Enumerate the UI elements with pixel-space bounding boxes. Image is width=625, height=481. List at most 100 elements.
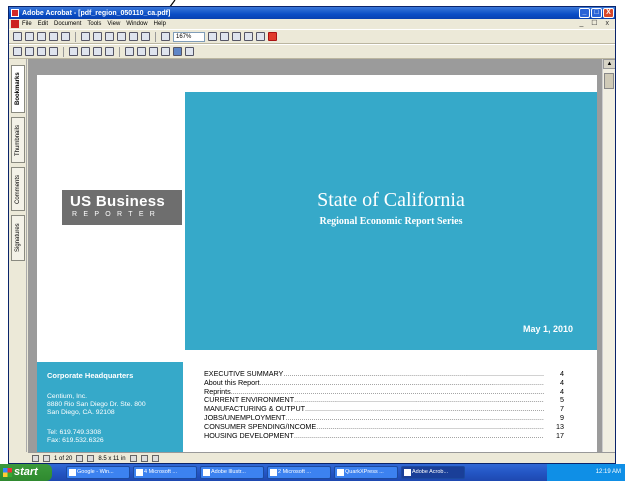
- go-back-icon[interactable]: [129, 32, 138, 41]
- hq-telephone: Tel: 619.749.3308: [47, 429, 102, 436]
- print-icon[interactable]: [37, 32, 46, 41]
- toc-entry: Reprints................................…: [204, 386, 564, 396]
- menu-help[interactable]: Help: [154, 21, 166, 27]
- vertical-scrollbar[interactable]: ▲: [602, 59, 615, 452]
- form-tool-icon[interactable]: [161, 47, 170, 56]
- menu-file[interactable]: File: [22, 21, 32, 27]
- continuous-icon[interactable]: [140, 455, 148, 462]
- link-tool-icon[interactable]: [149, 47, 158, 56]
- document-window-controls[interactable]: _ ☐ x: [579, 19, 612, 27]
- last-page-icon[interactable]: [87, 455, 95, 462]
- facing-pages-icon[interactable]: [151, 455, 159, 462]
- hq-company: Centium, Inc.: [47, 393, 88, 400]
- navigation-pane-tabs: Bookmarks Thumbnails Comments Signatures: [9, 59, 27, 452]
- zoom-out-icon[interactable]: [161, 32, 170, 41]
- rotate-view-icon[interactable]: [256, 32, 265, 41]
- toc-page-number: 17: [556, 430, 564, 440]
- toc-label: EXECUTIVE SUMMARY: [204, 369, 284, 378]
- email-icon[interactable]: [49, 32, 58, 41]
- menu-document[interactable]: Document: [54, 21, 81, 27]
- menu-view[interactable]: View: [107, 21, 120, 27]
- next-page-icon[interactable]: [76, 455, 84, 462]
- acrobat-app-icon: [11, 9, 19, 17]
- touchup-text-icon[interactable]: [173, 47, 182, 56]
- typewriter-tool-icon[interactable]: [185, 47, 194, 56]
- toc-page-number: 9: [560, 412, 564, 422]
- illustrator-icon: [203, 469, 210, 476]
- document-view[interactable]: State of California Regional Economic Re…: [28, 59, 604, 452]
- fit-width-icon[interactable]: [244, 32, 253, 41]
- toc-page-number: 4: [560, 369, 564, 378]
- zoom-tool-icon[interactable]: [25, 47, 34, 56]
- menu-edit[interactable]: Edit: [38, 21, 48, 27]
- tab-thumbnails[interactable]: Thumbnails: [11, 117, 25, 163]
- last-page-icon[interactable]: [117, 32, 126, 41]
- minimize-button[interactable]: _: [579, 8, 590, 18]
- system-tray: 12:19 AM: [547, 464, 625, 481]
- text-select-icon[interactable]: [37, 47, 46, 56]
- page-size: 8.5 x 11 in: [98, 455, 126, 462]
- clock[interactable]: 12:19 AM: [596, 469, 621, 475]
- zoom-level-input[interactable]: 167%: [173, 31, 205, 42]
- report-date: May 1, 2010: [522, 324, 573, 334]
- taskbar-button[interactable]: Google - Win...: [66, 466, 130, 479]
- stamp-tool-icon[interactable]: [105, 47, 114, 56]
- acrobat-window: Adobe Acrobat - [pdf_region_050110_ca.pd…: [8, 6, 616, 464]
- document-icon[interactable]: [11, 20, 19, 28]
- tab-bookmarks[interactable]: Bookmarks: [11, 65, 25, 113]
- toc-label: About this Report: [204, 377, 260, 387]
- toc-entry: JOBS/UNEMPLOYMENT.......................…: [204, 412, 564, 422]
- highlight-tool-icon[interactable]: [93, 47, 102, 56]
- maximize-button[interactable]: □: [591, 8, 602, 18]
- scroll-up-icon[interactable]: ▲: [603, 59, 615, 69]
- taskbar-button[interactable]: QuarkXPress ...: [334, 466, 398, 479]
- table-of-contents: EXECUTIVE SUMMARY.......................…: [204, 369, 564, 440]
- open-icon[interactable]: [13, 32, 22, 41]
- crop-tool-icon[interactable]: [137, 47, 146, 56]
- graphics-select-icon[interactable]: [49, 47, 58, 56]
- go-forward-icon[interactable]: [141, 32, 150, 41]
- toc-label: CURRENT ENVIRONMENT: [204, 395, 295, 405]
- next-page-icon[interactable]: [105, 32, 114, 41]
- toc-entry: EXECUTIVE SUMMARY.......................…: [204, 369, 564, 378]
- taskbar-button-active[interactable]: Adobe Acrob...: [401, 466, 465, 479]
- first-page-icon[interactable]: [81, 32, 90, 41]
- article-tool-icon[interactable]: [125, 47, 134, 56]
- title-bar[interactable]: Adobe Acrobat - [pdf_region_050110_ca.pd…: [9, 7, 615, 19]
- us-business-reporter-logo: US Business REPORTER: [62, 190, 182, 225]
- toc-entry: MANUFACTURING & OUTPUT..................…: [204, 404, 564, 414]
- toc-page-number: 13: [556, 421, 564, 431]
- pencil-tool-icon[interactable]: [81, 47, 90, 56]
- browser-icon: [69, 469, 76, 476]
- menu-bar: File Edit Document Tools View Window Hel…: [9, 19, 615, 29]
- word-icon: [136, 469, 143, 476]
- taskbar-button[interactable]: 2 Microsoft ...: [267, 466, 331, 479]
- first-page-icon[interactable]: [32, 455, 39, 462]
- hand-tool-icon[interactable]: [13, 47, 22, 56]
- scroll-thumb[interactable]: [604, 73, 614, 89]
- quark-icon: [337, 469, 344, 476]
- toc-label: Reprints: [204, 386, 231, 396]
- tab-comments[interactable]: Comments: [11, 167, 25, 211]
- previous-page-icon[interactable]: [43, 455, 50, 462]
- search-icon[interactable]: [61, 32, 70, 41]
- close-button[interactable]: X: [603, 8, 614, 18]
- actual-size-icon[interactable]: [220, 32, 229, 41]
- zoom-in-icon[interactable]: [208, 32, 217, 41]
- toc-label: JOBS/UNEMPLOYMENT: [204, 412, 286, 422]
- menu-window[interactable]: Window: [126, 21, 147, 27]
- note-tool-icon[interactable]: [69, 47, 78, 56]
- cover-banner: State of California Regional Economic Re…: [185, 92, 597, 350]
- adobe-online-icon[interactable]: [268, 32, 277, 41]
- menu-tools[interactable]: Tools: [87, 21, 101, 27]
- page-indicator[interactable]: 1 of 20: [54, 456, 72, 462]
- start-button[interactable]: start: [0, 464, 52, 481]
- tab-signatures[interactable]: Signatures: [11, 215, 25, 261]
- taskbar-button[interactable]: Adobe Illustr...: [200, 466, 264, 479]
- save-icon[interactable]: [25, 32, 34, 41]
- toc-page-number: 4: [560, 377, 564, 387]
- fit-page-icon[interactable]: [232, 32, 241, 41]
- taskbar-button[interactable]: 4 Microsoft ...: [133, 466, 197, 479]
- previous-page-icon[interactable]: [93, 32, 102, 41]
- single-page-icon[interactable]: [129, 455, 137, 462]
